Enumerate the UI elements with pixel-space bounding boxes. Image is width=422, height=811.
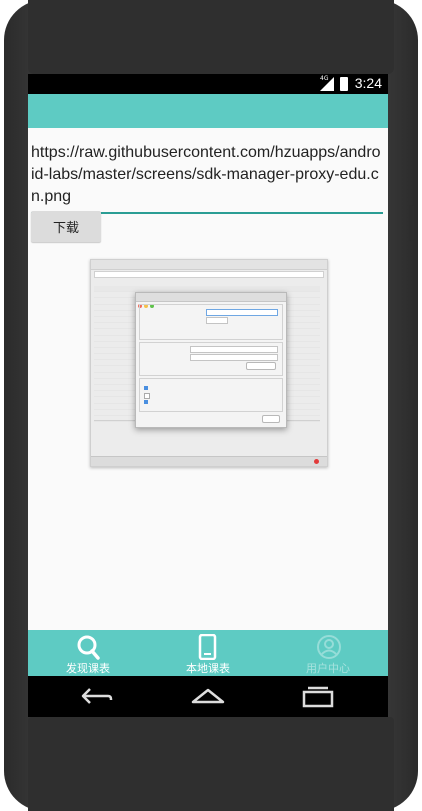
bottom-bezel — [28, 717, 394, 811]
volume-button — [409, 205, 414, 241]
app-bar — [28, 94, 388, 128]
url-input[interactable]: https://raw.githubusercontent.com/hzuapp… — [31, 142, 383, 214]
home-icon[interactable] — [191, 686, 225, 706]
recent-apps-icon[interactable] — [302, 686, 334, 708]
back-icon[interactable] — [80, 686, 114, 706]
bottom-navigation: 发现课表 本地课表 用户中心 — [28, 630, 388, 676]
status-bar: 4G 3:24 — [28, 74, 388, 94]
top-bezel — [28, 0, 394, 74]
status-time: 3:24 — [354, 75, 382, 91]
nav-label: 发现课表 — [66, 662, 110, 675]
search-icon — [77, 635, 100, 660]
power-button — [409, 345, 414, 400]
phone-screen: 4G 3:24 https://raw.githubusercontent.co… — [28, 74, 388, 717]
nav-label: 用户中心 — [306, 662, 350, 675]
downloaded-image-preview — [90, 259, 328, 467]
network-type-label: 4G — [320, 75, 329, 82]
nav-discover-schedule[interactable]: 发现课表 — [28, 630, 148, 676]
download-button[interactable]: 下载 — [31, 211, 101, 242]
nav-local-schedule[interactable]: 本地课表 — [148, 630, 268, 676]
nav-user-center[interactable]: 用户中心 — [268, 630, 388, 676]
battery-icon — [340, 77, 348, 91]
phone-icon — [198, 634, 217, 660]
system-navigation-bar — [28, 676, 388, 717]
user-icon — [317, 635, 341, 659]
nav-label: 本地课表 — [186, 662, 230, 675]
